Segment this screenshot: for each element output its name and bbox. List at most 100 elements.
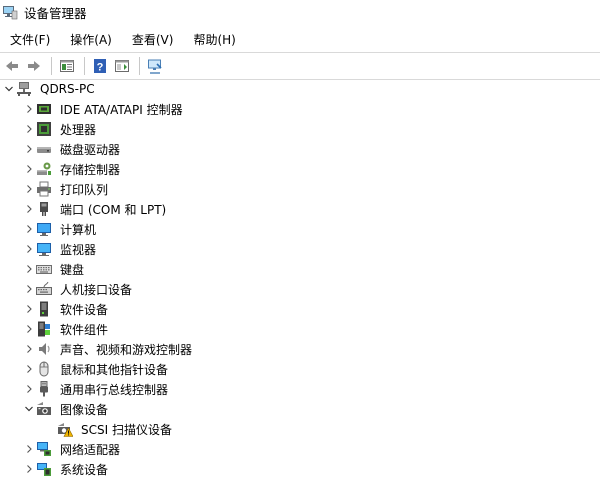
toolbar-separator (84, 57, 85, 75)
tree-item-label: 端口 (COM 和 LPT) (60, 202, 167, 217)
menu-view[interactable]: 查看(V) (126, 29, 180, 50)
tree-item-port[interactable]: 端口 (COM 和 LPT) (0, 199, 600, 219)
tree-item-label: 打印队列 (60, 182, 109, 197)
tree-item-label: 通用串行总线控制器 (60, 382, 169, 397)
show-hide-console-button[interactable] (112, 56, 132, 76)
chevron-right-icon[interactable] (22, 99, 36, 119)
menu-bar: 文件(F) 操作(A) 查看(V) 帮助(H) (0, 26, 600, 52)
tree-item-disk-drive[interactable]: 磁盘驱动器 (0, 139, 600, 159)
chevron-right-icon[interactable] (22, 359, 36, 379)
tree-item-computer[interactable]: 计算机 (0, 219, 600, 239)
menu-help[interactable]: 帮助(H) (187, 29, 241, 50)
chevron-right-icon[interactable] (22, 279, 36, 299)
tree-item-label: 软件组件 (60, 322, 109, 337)
toolbar-separator (139, 57, 140, 75)
tree-item-print-queue[interactable]: 打印队列 (0, 179, 600, 199)
usb-icon (36, 381, 52, 397)
port-icon (36, 201, 52, 217)
chevron-right-icon[interactable] (22, 159, 36, 179)
chevron-right-icon[interactable] (22, 299, 36, 319)
tree-item-mouse[interactable]: 鼠标和其他指针设备 (0, 359, 600, 379)
tree-item-keyboard[interactable]: 键盘 (0, 259, 600, 279)
scan-hardware-icon (148, 59, 162, 74)
monitor-icon (36, 241, 52, 257)
chevron-right-icon[interactable] (22, 259, 36, 279)
tree-item-software-device[interactable]: 软件设备 (0, 299, 600, 319)
help-button[interactable]: ? (90, 56, 110, 76)
tree-item-system-device[interactable]: 系统设备 (0, 459, 600, 479)
toolbar: ? (0, 53, 600, 79)
network-adapter-icon (36, 441, 52, 457)
tree-item-usb-controller[interactable]: 通用串行总线控制器 (0, 379, 600, 399)
tree-item-label: 鼠标和其他指针设备 (60, 362, 169, 377)
chevron-down-icon[interactable] (22, 399, 36, 419)
forward-arrow-icon (28, 61, 40, 71)
disk-drive-icon (36, 141, 52, 157)
keyboard-icon (36, 261, 52, 277)
chevron-down-icon[interactable] (2, 79, 16, 99)
printer-icon (36, 181, 52, 197)
tree-item-label: 声音、视频和游戏控制器 (60, 342, 193, 357)
chevron-right-icon[interactable] (22, 139, 36, 159)
properties-icon (60, 60, 74, 72)
chevron-right-icon[interactable] (22, 179, 36, 199)
toolbar-separator (51, 57, 52, 75)
tree-item-label: 计算机 (60, 222, 97, 237)
mouse-icon (36, 361, 52, 377)
menu-action[interactable]: 操作(A) (64, 29, 118, 50)
properties-button[interactable] (57, 56, 77, 76)
scanner-warning-icon (57, 421, 73, 437)
chevron-right-icon[interactable] (22, 319, 36, 339)
tree-item-monitor[interactable]: 监视器 (0, 239, 600, 259)
back-button[interactable] (2, 56, 22, 76)
computer-network-icon (16, 81, 32, 97)
tree-item-imaging-device[interactable]: 图像设备 (0, 399, 600, 419)
tree-item-label: 存储控制器 (60, 162, 121, 177)
tree-item-ide-controller[interactable]: IDE ATA/ATAPI 控制器 (0, 99, 600, 119)
chevron-right-icon[interactable] (22, 379, 36, 399)
chevron-right-icon[interactable] (22, 439, 36, 459)
menu-file[interactable]: 文件(F) (4, 29, 56, 50)
tree-item-label: 磁盘驱动器 (60, 142, 121, 157)
device-tree: QDRS-PC IDE ATA/ATAPI 控制器 处理器 磁盘驱动器 存储控制… (0, 79, 600, 483)
tree-item-label: 图像设备 (60, 402, 109, 417)
help-icon: ? (94, 59, 106, 74)
tree-root-label: QDRS-PC (40, 82, 95, 96)
tree-item-label: SCSI 扫描仪设备 (81, 422, 172, 437)
tree-item-storage-controller[interactable]: 存储控制器 (0, 159, 600, 179)
scan-hardware-button[interactable] (145, 56, 165, 76)
tree-item-software-component[interactable]: 软件组件 (0, 319, 600, 339)
system-device-icon (36, 461, 52, 477)
tree-item-label: IDE ATA/ATAPI 控制器 (60, 102, 183, 117)
tree-root[interactable]: QDRS-PC (0, 79, 600, 99)
ide-controller-icon (36, 101, 52, 117)
tree-item-sound-video-game[interactable]: 声音、视频和游戏控制器 (0, 339, 600, 359)
software-component-icon (36, 321, 52, 337)
tree-item-label: 系统设备 (60, 462, 109, 477)
tree-item-label: 处理器 (60, 122, 97, 137)
software-device-icon (36, 301, 52, 317)
camera-icon (36, 401, 52, 417)
tree-item-label: 人机接口设备 (60, 282, 133, 297)
chevron-right-icon[interactable] (22, 119, 36, 139)
tree-item-processor[interactable]: 处理器 (0, 119, 600, 139)
tree-item-scsi-scanner[interactable]: SCSI 扫描仪设备 (0, 419, 600, 439)
window-title: 设备管理器 (24, 5, 87, 21)
tree-item-hid[interactable]: 人机接口设备 (0, 279, 600, 299)
tree-item-label: 监视器 (60, 242, 97, 257)
chevron-right-icon[interactable] (22, 219, 36, 239)
forward-button[interactable] (24, 56, 44, 76)
tree-item-label: 键盘 (60, 262, 85, 277)
chevron-right-icon[interactable] (22, 239, 36, 259)
chevron-right-icon[interactable] (22, 199, 36, 219)
storage-controller-icon (36, 161, 52, 177)
svg-text:?: ? (97, 62, 104, 74)
hid-icon (36, 281, 52, 297)
title-bar: 设备管理器 (0, 0, 600, 24)
tree-item-label: 网络适配器 (60, 442, 121, 457)
chevron-right-icon[interactable] (22, 339, 36, 359)
chevron-right-icon[interactable] (22, 459, 36, 479)
back-arrow-icon (6, 61, 18, 71)
device-manager-icon (2, 4, 18, 20)
tree-item-network-adapter[interactable]: 网络适配器 (0, 439, 600, 459)
